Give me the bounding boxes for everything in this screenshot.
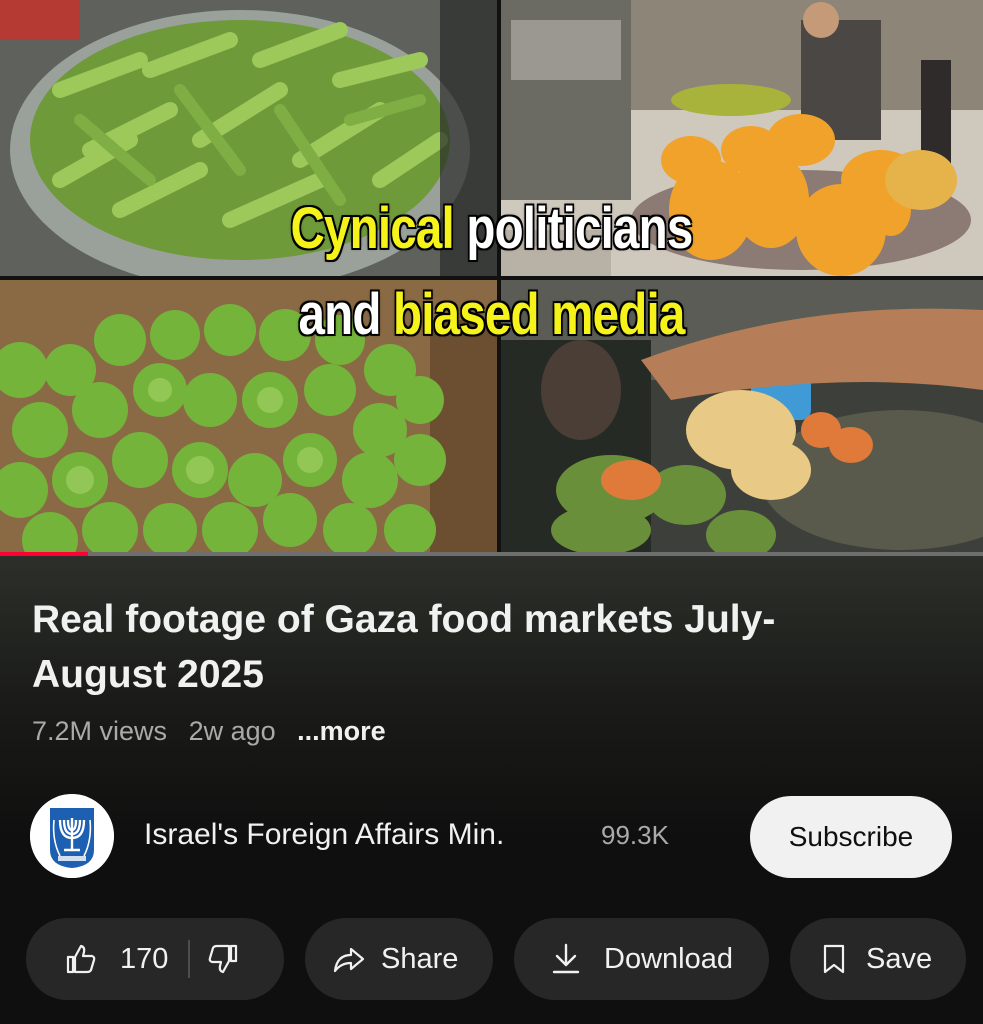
upload-age: 2w ago xyxy=(188,716,276,746)
thumb-up-icon[interactable] xyxy=(62,941,98,977)
save-label: Save xyxy=(866,942,933,975)
overlay-word-and: and xyxy=(298,282,381,347)
like-dislike-pill: 170 xyxy=(26,918,284,1000)
share-button[interactable]: Share xyxy=(305,918,493,1000)
bookmark-icon xyxy=(816,941,852,977)
download-label: Download xyxy=(604,942,733,975)
overlay-word-politicians: politicians xyxy=(466,196,693,261)
video-title[interactable]: Real footage of Gaza food markets July-A… xyxy=(32,592,892,702)
view-count: 7.2M views xyxy=(32,716,168,746)
overlay-caption-line1: Cynical politicians xyxy=(88,200,894,258)
action-bar: 170 Share Download Save xyxy=(0,918,983,1000)
subscriber-count: 99.3K xyxy=(601,820,669,850)
like-count[interactable]: 170 xyxy=(120,943,168,976)
overlay-word-cynical: Cynical xyxy=(290,196,454,261)
video-meta[interactable]: 7.2M views 2w ago ...more xyxy=(32,716,400,747)
more-link[interactable]: ...more xyxy=(297,716,386,746)
video-player[interactable]: Cynical politicians and biased media xyxy=(0,0,983,556)
download-button[interactable]: Download xyxy=(514,918,769,1000)
overlay-word-biased-media: biased media xyxy=(392,282,685,347)
share-arrow-icon xyxy=(331,941,367,977)
channel-name[interactable]: Israel's Foreign Affairs Min. xyxy=(144,818,504,852)
like-divider xyxy=(188,940,191,978)
channel-avatar[interactable] xyxy=(30,794,114,878)
download-icon xyxy=(548,941,584,977)
menorah-emblem xyxy=(30,794,114,878)
save-button[interactable]: Save xyxy=(790,918,966,1000)
channel-row: Israel's Foreign Affairs Min. 99.3K Subs… xyxy=(30,794,960,880)
share-label: Share xyxy=(381,942,459,975)
subscribe-button[interactable]: Subscribe xyxy=(750,796,952,878)
overlay-caption-line2: and biased media xyxy=(88,286,894,344)
thumb-down-icon[interactable] xyxy=(206,941,242,977)
